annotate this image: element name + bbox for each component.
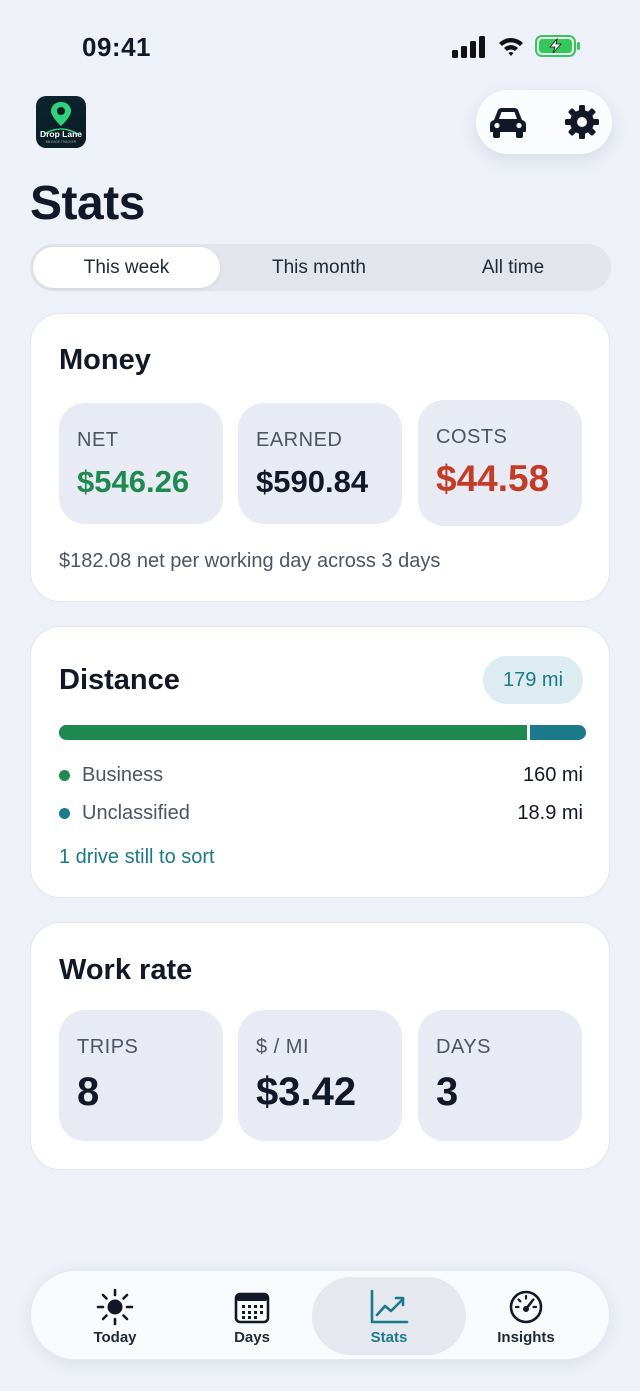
nav-insights-label: Insights — [497, 1329, 555, 1346]
money-title: Money — [59, 344, 151, 376]
status-time: 09:41 — [82, 32, 151, 62]
unclassified-dot — [59, 808, 70, 819]
trips-label: TRIPS — [77, 1036, 139, 1058]
settings-button[interactable] — [560, 100, 604, 144]
logo-text: Drop Lane — [40, 129, 82, 139]
period-selector: This week This month All time — [30, 244, 611, 291]
unclassified-value: 18.9 mi — [517, 802, 583, 824]
costs-value: $44.58 — [436, 458, 550, 499]
tab-this-month[interactable]: This month — [223, 247, 415, 288]
sun-icon — [95, 1288, 135, 1326]
tab-this-week[interactable]: This week — [33, 247, 220, 288]
net-tile: NET $546.26 — [59, 403, 223, 524]
header-actions — [476, 90, 612, 154]
battery-charging-icon — [535, 35, 580, 57]
days-tile: DAYS 3 — [418, 1010, 582, 1141]
business-value: 160 mi — [522, 764, 583, 786]
nav-days-label: Days — [234, 1329, 270, 1346]
days-value: 3 — [436, 1070, 459, 1114]
signal-icon — [452, 36, 485, 58]
per-mile-value: $3.42 — [256, 1070, 357, 1114]
net-per-day-note: $182.08 net per working day across 3 day… — [59, 550, 441, 572]
trips-value: 8 — [77, 1070, 100, 1114]
vehicle-button[interactable] — [486, 100, 530, 144]
nav-today[interactable]: Today — [38, 1277, 192, 1355]
net-value: $546.26 — [77, 464, 190, 499]
status-bar: 09:41 — [0, 0, 640, 90]
nav-today-label: Today — [93, 1329, 137, 1346]
bottom-nav: Today Days Stats Insights — [30, 1270, 610, 1360]
unclassified-label: Unclassified — [82, 802, 190, 824]
money-card: Money NET $546.26 EARNED $590.84 COSTS $… — [30, 313, 610, 602]
costs-tile: COSTS $44.58 — [418, 400, 582, 526]
distance-card: Distance 179 mi Business 160 mi Unclassi… — [30, 626, 610, 898]
legend-business: Business 160 mi — [59, 762, 583, 788]
costs-label: COSTS — [436, 426, 508, 448]
earned-tile: EARNED $590.84 — [238, 403, 402, 524]
nav-stats[interactable]: Stats — [312, 1277, 466, 1355]
distance-title: Distance — [59, 664, 180, 696]
per-mile-tile: $ / MI $3.42 — [238, 1010, 402, 1141]
calendar-icon — [232, 1289, 272, 1325]
map-pin-logo-icon: Drop Lane MILEAGE TRACKER — [40, 102, 82, 144]
speedometer-icon — [506, 1289, 546, 1325]
car-icon — [490, 108, 526, 138]
work-rate-card: Work rate TRIPS 8 $ / MI $3.42 DAYS 3 — [30, 922, 610, 1170]
days-label: DAYS — [436, 1036, 491, 1058]
business-label: Business — [82, 764, 164, 786]
chart-icon — [369, 1289, 409, 1325]
nav-insights[interactable]: Insights — [449, 1277, 603, 1355]
wifi-icon — [499, 38, 523, 56]
tab-all-time[interactable]: All time — [418, 247, 608, 288]
work-rate-title: Work rate — [59, 954, 193, 986]
app-logo: Drop Lane MILEAGE TRACKER — [36, 96, 86, 148]
drives-to-sort-link[interactable]: 1 drive still to sort — [59, 846, 215, 869]
earned-label: EARNED — [256, 429, 343, 451]
nav-days[interactable]: Days — [175, 1277, 329, 1355]
nav-stats-label: Stats — [370, 1329, 408, 1346]
business-dot — [59, 770, 70, 781]
logo-subtext: MILEAGE TRACKER — [46, 140, 77, 144]
trips-tile: TRIPS 8 — [59, 1010, 223, 1141]
earned-value: $590.84 — [256, 464, 369, 499]
distance-total-badge: 179 mi — [483, 656, 583, 704]
page-title: Stats — [30, 177, 145, 230]
distance-split-bar — [59, 725, 586, 740]
net-label: NET — [77, 429, 119, 451]
legend-unclassified: Unclassified 18.9 mi — [59, 800, 583, 826]
per-mile-label: $ / MI — [256, 1036, 310, 1058]
gear-icon — [565, 105, 599, 139]
business-bar-segment — [59, 725, 531, 740]
